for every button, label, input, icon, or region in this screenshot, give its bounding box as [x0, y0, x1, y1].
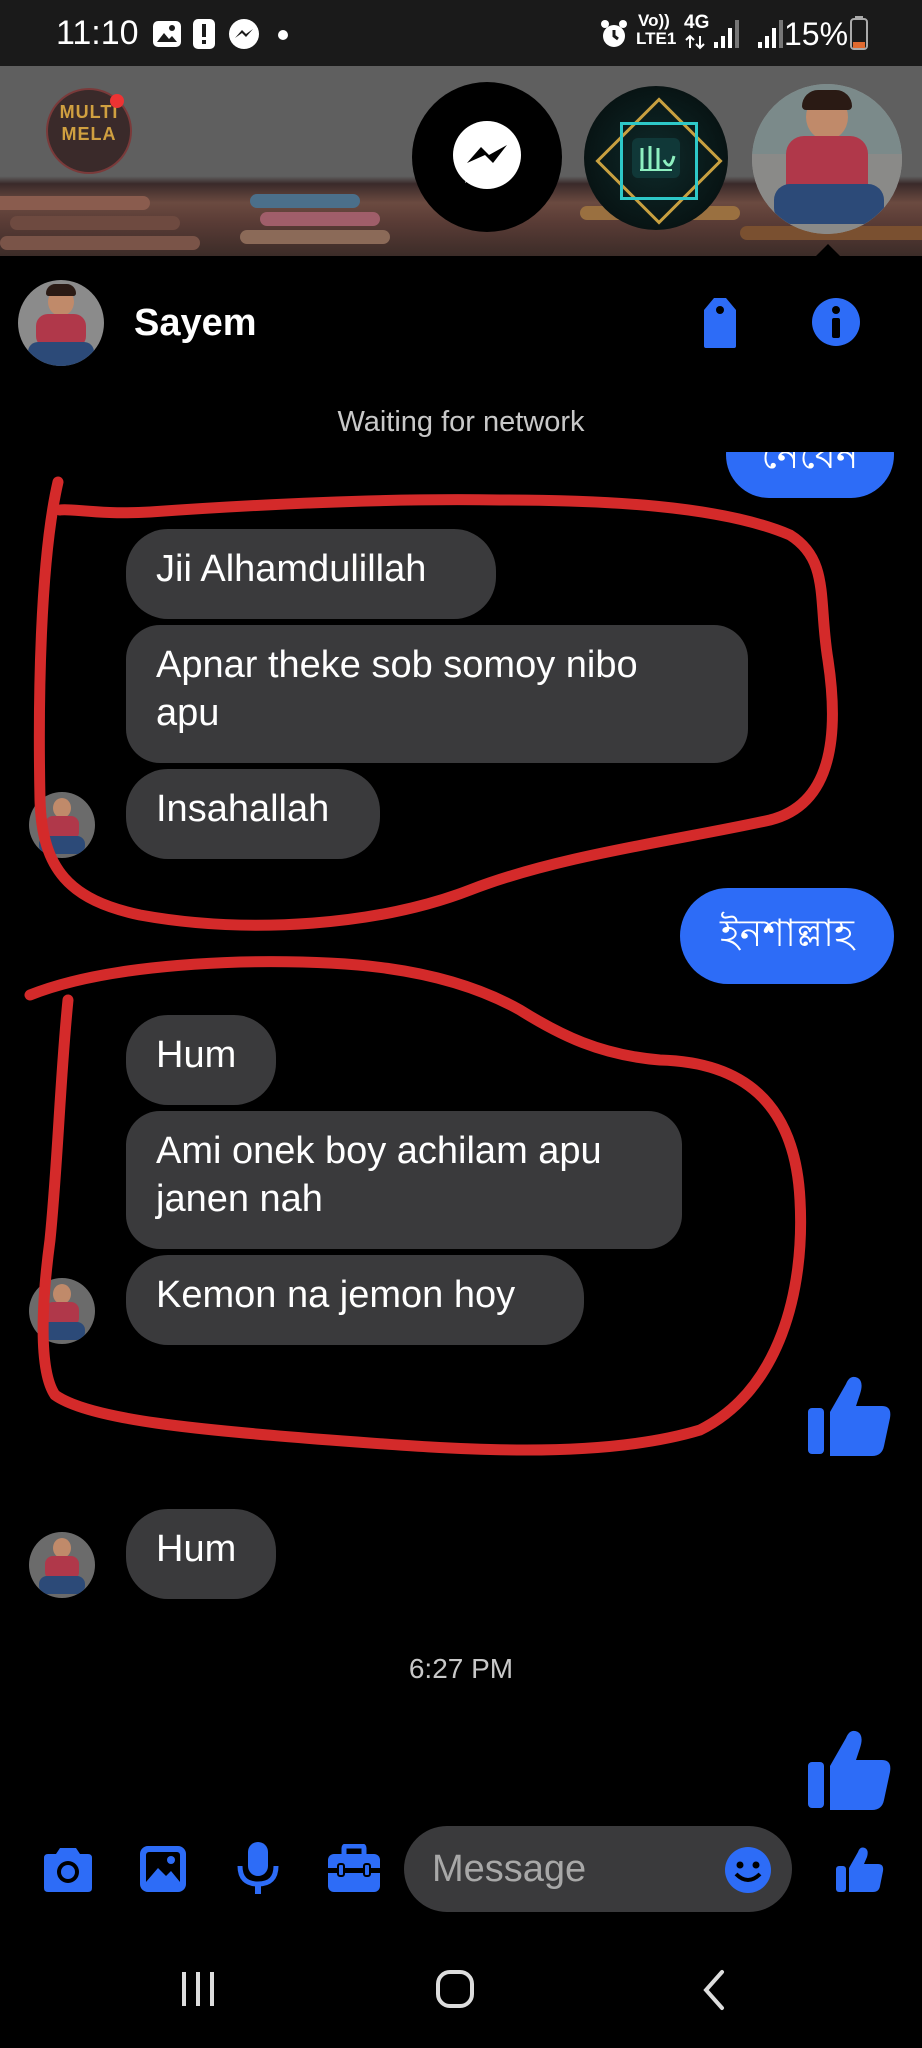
navigation-bar — [0, 1932, 922, 2048]
recent-apps-icon[interactable] — [178, 1970, 222, 2010]
home-icon[interactable] — [434, 1968, 478, 2012]
back-icon[interactable] — [700, 1968, 730, 2012]
red-annotation-overlay — [24, 476, 838, 1456]
red-scribble-loop-1 — [33, 476, 838, 931]
red-scribble-loop-2 — [24, 956, 807, 1456]
